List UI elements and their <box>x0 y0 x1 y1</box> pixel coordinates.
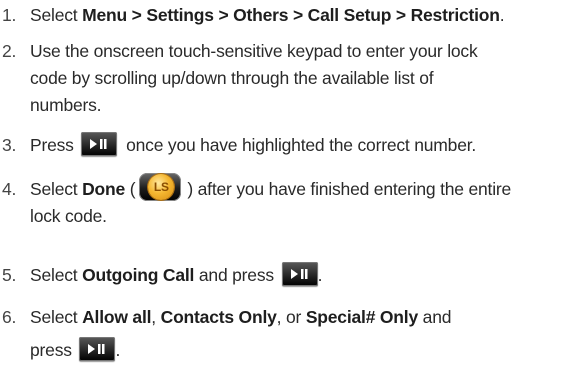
step-text: , or <box>276 307 306 327</box>
step-text-line: numbers. <box>30 95 102 115</box>
step-text-line: Use the onscreen touch-sensitive keypad … <box>30 41 478 61</box>
step-text: . <box>499 5 505 25</box>
step-1: 1. Select Menu > Settings > Others > Cal… <box>0 2 588 29</box>
outgoing-call-label: Outgoing Call <box>82 265 195 285</box>
step-number: 2. <box>2 41 17 61</box>
allow-all-label: Allow all <box>82 307 152 327</box>
step-text: . <box>115 340 121 360</box>
step-number: 3. <box>2 135 17 155</box>
menu-path: Menu > Settings > Others > Call Setup > … <box>82 5 500 25</box>
done-label: Done <box>82 179 126 199</box>
step-number: 6. <box>2 307 17 327</box>
step-text: and <box>418 307 452 327</box>
step-text: ( <box>125 179 136 199</box>
step-text: Select <box>30 5 83 25</box>
step-2: 2. Use the onscreen touch-sensitive keyp… <box>0 38 588 119</box>
step-text: Select <box>30 265 83 285</box>
step-5: 5. Select Outgoing Call and press . <box>0 262 588 289</box>
step-text: once you have highlighted the correct nu… <box>126 135 477 155</box>
step-text: press <box>30 340 72 360</box>
step-text-line: lock code. <box>30 206 107 226</box>
ls-softkey-icon: LS <box>135 172 185 202</box>
step-6: 6. Select Allow all, Contacts Only, or S… <box>0 304 588 364</box>
step-text: Select <box>30 307 83 327</box>
play-pause-key-icon <box>79 337 116 362</box>
step-text: and press <box>194 265 274 285</box>
step-4: 4. Select Done ( LS ) after you have finis… <box>0 173 588 230</box>
step-number: 5. <box>2 265 17 285</box>
play-pause-key-icon <box>281 262 318 287</box>
step-3: 3. Press once you have highlighted the c… <box>0 132 588 159</box>
play-pause-key-icon <box>81 132 118 157</box>
step-text: . <box>317 265 323 285</box>
special-only-label: Special# Only <box>305 307 418 327</box>
contacts-only-label: Contacts Only <box>160 307 277 327</box>
step-text: Select <box>30 179 83 199</box>
step-text: , <box>151 307 161 327</box>
step-text: ) after you have finished entering the e… <box>187 179 512 199</box>
step-text: Press <box>30 135 74 155</box>
step-number: 1. <box>2 5 17 25</box>
step-text-line: code by scrolling up/down through the av… <box>30 68 434 88</box>
step-number: 4. <box>2 179 17 199</box>
ls-icon-label: LS <box>153 180 169 195</box>
